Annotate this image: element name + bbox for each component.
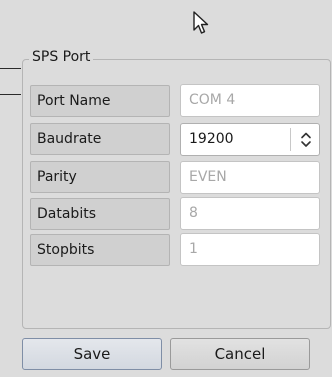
save-button[interactable]: Save [22,338,162,370]
stopbits-label: Stopbits [30,234,170,266]
combo-divider [290,128,291,151]
mouse-pointer-icon [193,11,209,34]
port-name-label: Port Name [30,85,170,117]
window-edge-line-top [0,68,21,69]
port-name-field[interactable]: COM 4 [180,84,320,117]
window-edge-line-bottom [0,94,21,95]
stopbits-field[interactable]: 1 [180,233,320,266]
parity-label: Parity [30,161,170,193]
baudrate-label: Baudrate [30,123,170,155]
baudrate-combobox[interactable]: 19200 [180,123,320,156]
cancel-button[interactable]: Cancel [170,338,310,370]
group-title: SPS Port [29,49,94,65]
databits-field[interactable]: 8 [180,197,320,230]
baudrate-value: 19200 [189,131,234,147]
parity-field[interactable]: EVEN [180,161,320,194]
databits-label: Databits [30,198,170,230]
up-down-arrows-icon [301,132,311,147]
